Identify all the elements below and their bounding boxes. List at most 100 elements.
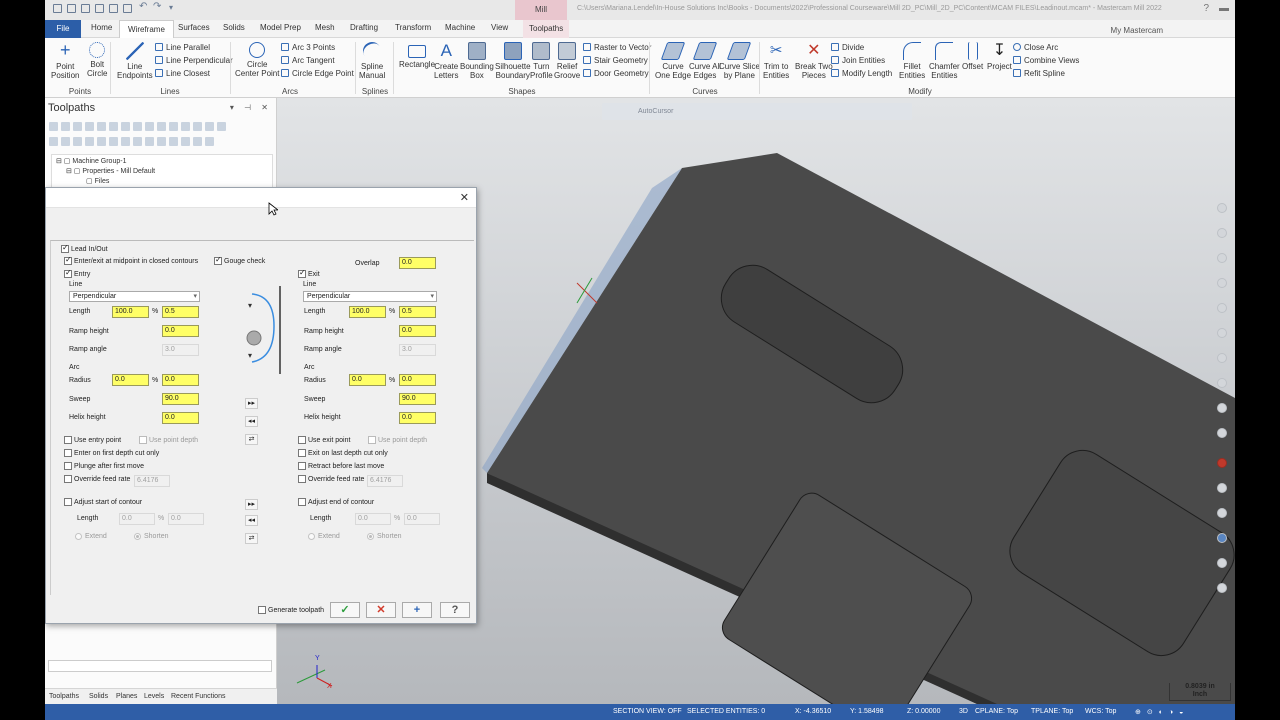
rectangle-button[interactable]: Rectangle [399, 42, 435, 69]
exit-helix-field[interactable]: 0.0 [399, 412, 436, 424]
entry-helix-field[interactable]: 0.0 [162, 412, 199, 424]
print-icon[interactable] [109, 4, 118, 13]
view-tool-icon[interactable] [1217, 483, 1227, 493]
silhouette-boundary-button[interactable]: Silhouette Boundary [495, 42, 531, 80]
entry-use-point-depth-checkbox[interactable] [139, 436, 147, 444]
view-tool-icon[interactable] [1217, 403, 1227, 413]
bounding-box-button[interactable]: Bounding Box [460, 42, 494, 80]
close-arc-button[interactable]: Close Arc [1013, 43, 1058, 53]
my-mastercam-link[interactable]: My Mastercam [1111, 26, 1163, 35]
entry-ramp-angle-field[interactable]: 3.0 [162, 344, 199, 356]
overlap-field[interactable]: 0.0 [399, 257, 436, 269]
exit-checkbox[interactable] [298, 268, 306, 278]
tab-surfaces[interactable]: Surfaces [178, 23, 210, 32]
exit-shorten-radio[interactable] [367, 533, 374, 540]
chamfer-entities-button[interactable]: Chamfer Entities [929, 42, 960, 80]
dialog-title-bar[interactable] [46, 188, 476, 208]
entry-line-type-select[interactable]: Perpendicular [69, 291, 200, 302]
exit-length-pct-field[interactable]: 100.0 [349, 306, 386, 318]
copy-entry-to-exit-icon[interactable]: ▸▸ [245, 398, 258, 409]
curve-all-edges-button[interactable]: Curve All Edges [689, 42, 721, 80]
tab-view[interactable]: View [491, 23, 508, 32]
tab-toolpaths[interactable]: Toolpaths [523, 20, 570, 38]
break-two-pieces-button[interactable]: ✕ Break Two Pieces [795, 42, 833, 80]
copy-adjust-end-to-start-icon[interactable]: ◂◂ [245, 515, 258, 526]
refit-spline-button[interactable]: Refit Spline [1013, 69, 1065, 79]
turn-profile-button[interactable]: Turn Profile [530, 42, 553, 80]
exit-length-field[interactable]: 0.5 [399, 306, 436, 318]
exit-last-depth-checkbox[interactable] [298, 449, 306, 457]
entry-ramp-height-field[interactable]: 0.0 [162, 325, 199, 337]
exit-radius-pct-field[interactable]: 0.0 [349, 374, 386, 386]
tab-solids-manager[interactable]: Solids [89, 693, 108, 700]
new-file-icon[interactable] [53, 4, 62, 13]
exit-ramp-angle-field[interactable]: 3.0 [399, 344, 436, 356]
line-closest-button[interactable]: Line Closest [155, 69, 210, 79]
copy-exit-to-entry-icon[interactable]: ◂◂ [245, 416, 258, 427]
manager-toolbar-row-1[interactable] [49, 122, 229, 134]
manager-horizontal-scrollbar[interactable] [48, 660, 272, 672]
tab-recent-functions[interactable]: Recent Functions [171, 693, 225, 700]
tree-item-files[interactable]: ▢ Files [86, 177, 109, 185]
exit-line-type-select[interactable]: Perpendicular [303, 291, 437, 302]
view-tool-icon[interactable] [1217, 228, 1227, 238]
help-button[interactable]: ? [440, 602, 470, 618]
swap-entry-exit-icon[interactable]: ⇄ [245, 434, 258, 445]
apply-button[interactable]: + [402, 602, 432, 618]
entry-length-field[interactable]: 0.5 [162, 306, 199, 318]
entry-shorten-radio[interactable] [134, 533, 141, 540]
import-icon[interactable] [123, 4, 132, 13]
dialog-close-icon[interactable]: ✕ [460, 191, 469, 204]
section-view-status[interactable]: SECTION VIEW: OFF [613, 708, 682, 715]
tab-toolpaths-manager[interactable]: Toolpaths [49, 693, 79, 700]
tab-home[interactable]: Home [91, 23, 112, 32]
arc-tangent-button[interactable]: Arc Tangent [281, 56, 335, 66]
customize-quick-access-icon[interactable]: ▾ [169, 3, 178, 12]
relief-groove-button[interactable]: Relief Groove [554, 42, 580, 80]
entry-adjust-pct-field[interactable]: 0.0 [168, 513, 204, 525]
help-icon[interactable]: ? [1203, 3, 1209, 14]
circle-center-point-button[interactable]: Circle Center Point [235, 42, 279, 78]
tree-item-properties[interactable]: ⊟ ▢ Properties - Mill Default [66, 167, 155, 175]
tab-transform[interactable]: Transform [395, 23, 431, 32]
curve-slice-by-plane-button[interactable]: Curve Slice by Plane [719, 42, 760, 80]
tree-item-machine-group[interactable]: ⊟ ▢ Machine Group-1 [56, 157, 126, 165]
tab-solids[interactable]: Solids [223, 23, 245, 32]
modify-length-button[interactable]: Modify Length [831, 69, 892, 79]
create-letters-button[interactable]: A Create Letters [434, 42, 458, 81]
tab-mesh[interactable]: Mesh [315, 23, 335, 32]
view-tool-icon[interactable] [1217, 583, 1227, 593]
manager-panel-controls[interactable]: ▾ ⊣ ✕ [230, 103, 272, 112]
undo-icon[interactable]: ↶ [139, 1, 148, 12]
entry-extend-radio[interactable] [75, 533, 82, 540]
view-tool-icon[interactable] [1217, 508, 1227, 518]
trim-to-entities-button[interactable]: ✂ Trim to Entities [763, 42, 789, 80]
entry-adjust-length-field[interactable]: 0.0 [119, 513, 155, 525]
generate-toolpath-checkbox[interactable] [258, 606, 266, 614]
manager-toolbar-row-2[interactable] [49, 137, 217, 149]
view-tool-icon[interactable] [1217, 533, 1227, 543]
view-tool-icon[interactable] [1217, 303, 1227, 313]
gouge-check-checkbox[interactable] [214, 255, 222, 265]
tab-machine[interactable]: Machine [445, 23, 475, 32]
lead-in-out-checkbox[interactable] [61, 243, 69, 253]
tab-levels-manager[interactable]: Levels [144, 693, 164, 700]
exit-override-feed-checkbox[interactable] [298, 475, 306, 483]
view-tool-icon[interactable] [1217, 203, 1227, 213]
entry-radius-pct-field[interactable]: 0.0 [112, 374, 149, 386]
circle-edge-point-button[interactable]: Circle Edge Point [281, 69, 354, 79]
tab-file[interactable]: File [45, 20, 81, 38]
tab-planes-manager[interactable]: Planes [116, 693, 137, 700]
view-tool-icon[interactable] [1217, 428, 1227, 438]
exit-feed-rate-field[interactable]: 6.4176 [367, 475, 403, 487]
exit-sweep-field[interactable]: 90.0 [399, 393, 436, 405]
view-tool-icon[interactable] [1217, 353, 1227, 363]
entry-sweep-field[interactable]: 90.0 [162, 393, 199, 405]
entry-feed-rate-field[interactable]: 6.4176 [134, 475, 170, 487]
tplane-status[interactable]: TPLANE: Top [1031, 708, 1073, 715]
adjust-start-contour-checkbox[interactable] [64, 498, 72, 506]
entry-length-pct-field[interactable]: 100.0 [112, 306, 149, 318]
enter-exit-midpoint-checkbox[interactable] [64, 255, 72, 265]
entry-radius-field[interactable]: 0.0 [162, 374, 199, 386]
spline-manual-button[interactable]: Spline Manual [359, 38, 385, 80]
